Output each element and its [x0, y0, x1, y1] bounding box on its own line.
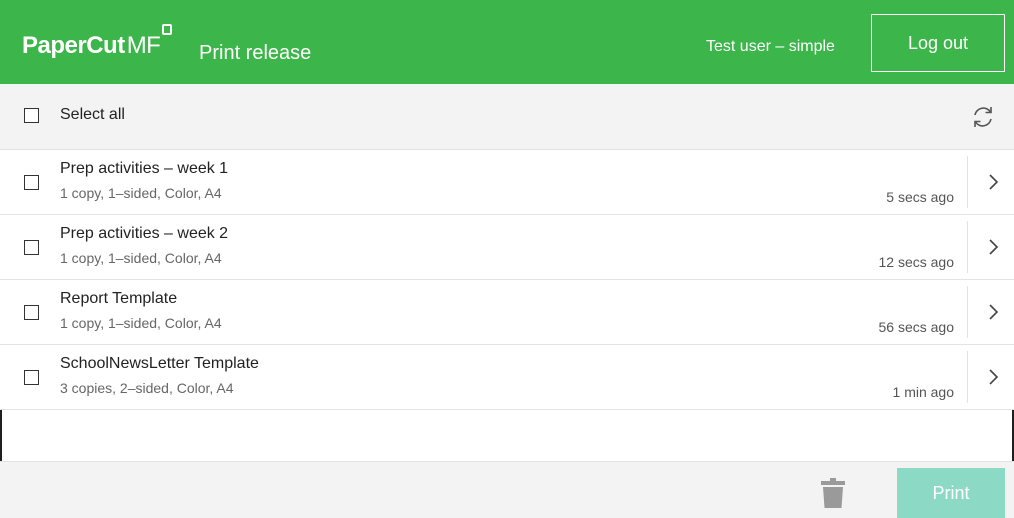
trash-icon[interactable]: [820, 477, 846, 509]
job-time: 1 min ago: [892, 384, 954, 400]
refresh-icon[interactable]: [970, 104, 996, 130]
job-time: 5 secs ago: [886, 189, 954, 205]
divider: [967, 221, 968, 273]
divider: [967, 156, 968, 208]
select-all-label[interactable]: Select all: [60, 106, 125, 124]
chevron-right-icon[interactable]: [986, 302, 1000, 322]
job-row[interactable]: SchoolNewsLetter Template 3 copies, 2–si…: [0, 345, 1014, 410]
job-checkbox[interactable]: [24, 370, 39, 385]
divider: [967, 351, 968, 403]
job-checkbox[interactable]: [24, 175, 39, 190]
job-row[interactable]: Report Template 1 copy, 1–sided, Color, …: [0, 280, 1014, 345]
papercut-logo: PaperCut MF: [22, 24, 173, 60]
logo-text: PaperCut: [22, 32, 125, 59]
job-name: SchoolNewsLetter Template: [60, 355, 259, 372]
job-time: 56 secs ago: [878, 319, 955, 335]
job-checkbox[interactable]: [24, 305, 39, 320]
job-details: 1 copy, 1–sided, Color, A4: [60, 315, 222, 331]
divider: [967, 286, 968, 338]
logo-suffix: MF: [126, 32, 161, 59]
chevron-right-icon[interactable]: [986, 367, 1000, 387]
job-time: 12 secs ago: [878, 254, 955, 270]
chevron-right-icon[interactable]: [986, 172, 1000, 192]
app-header: PaperCut MF Print release Test user – sim…: [0, 0, 1014, 84]
job-row[interactable]: Prep activities – week 1 1 copy, 1–sided…: [0, 150, 1014, 215]
print-button[interactable]: Print: [897, 468, 1005, 518]
select-all-bar: Select all: [0, 84, 1014, 150]
job-details: 3 copies, 2–sided, Color, A4: [60, 380, 234, 396]
chevron-right-icon[interactable]: [986, 237, 1000, 257]
action-footer: Print: [0, 461, 1014, 518]
select-all-checkbox[interactable]: [24, 108, 39, 123]
job-name: Prep activities – week 2: [60, 225, 229, 242]
job-name: Prep activities – week 1: [60, 160, 229, 177]
job-name: Report Template: [60, 290, 178, 307]
job-checkbox[interactable]: [24, 240, 39, 255]
job-details: 1 copy, 1–sided, Color, A4: [60, 250, 222, 266]
logout-button[interactable]: Log out: [871, 14, 1005, 72]
job-row[interactable]: Prep activities – week 2 1 copy, 1–sided…: [0, 215, 1014, 280]
current-user: Test user – simple: [706, 38, 835, 55]
logo-mark-icon: [162, 24, 173, 35]
page-title: Print release: [199, 42, 312, 64]
job-details: 1 copy, 1–sided, Color, A4: [60, 185, 222, 201]
